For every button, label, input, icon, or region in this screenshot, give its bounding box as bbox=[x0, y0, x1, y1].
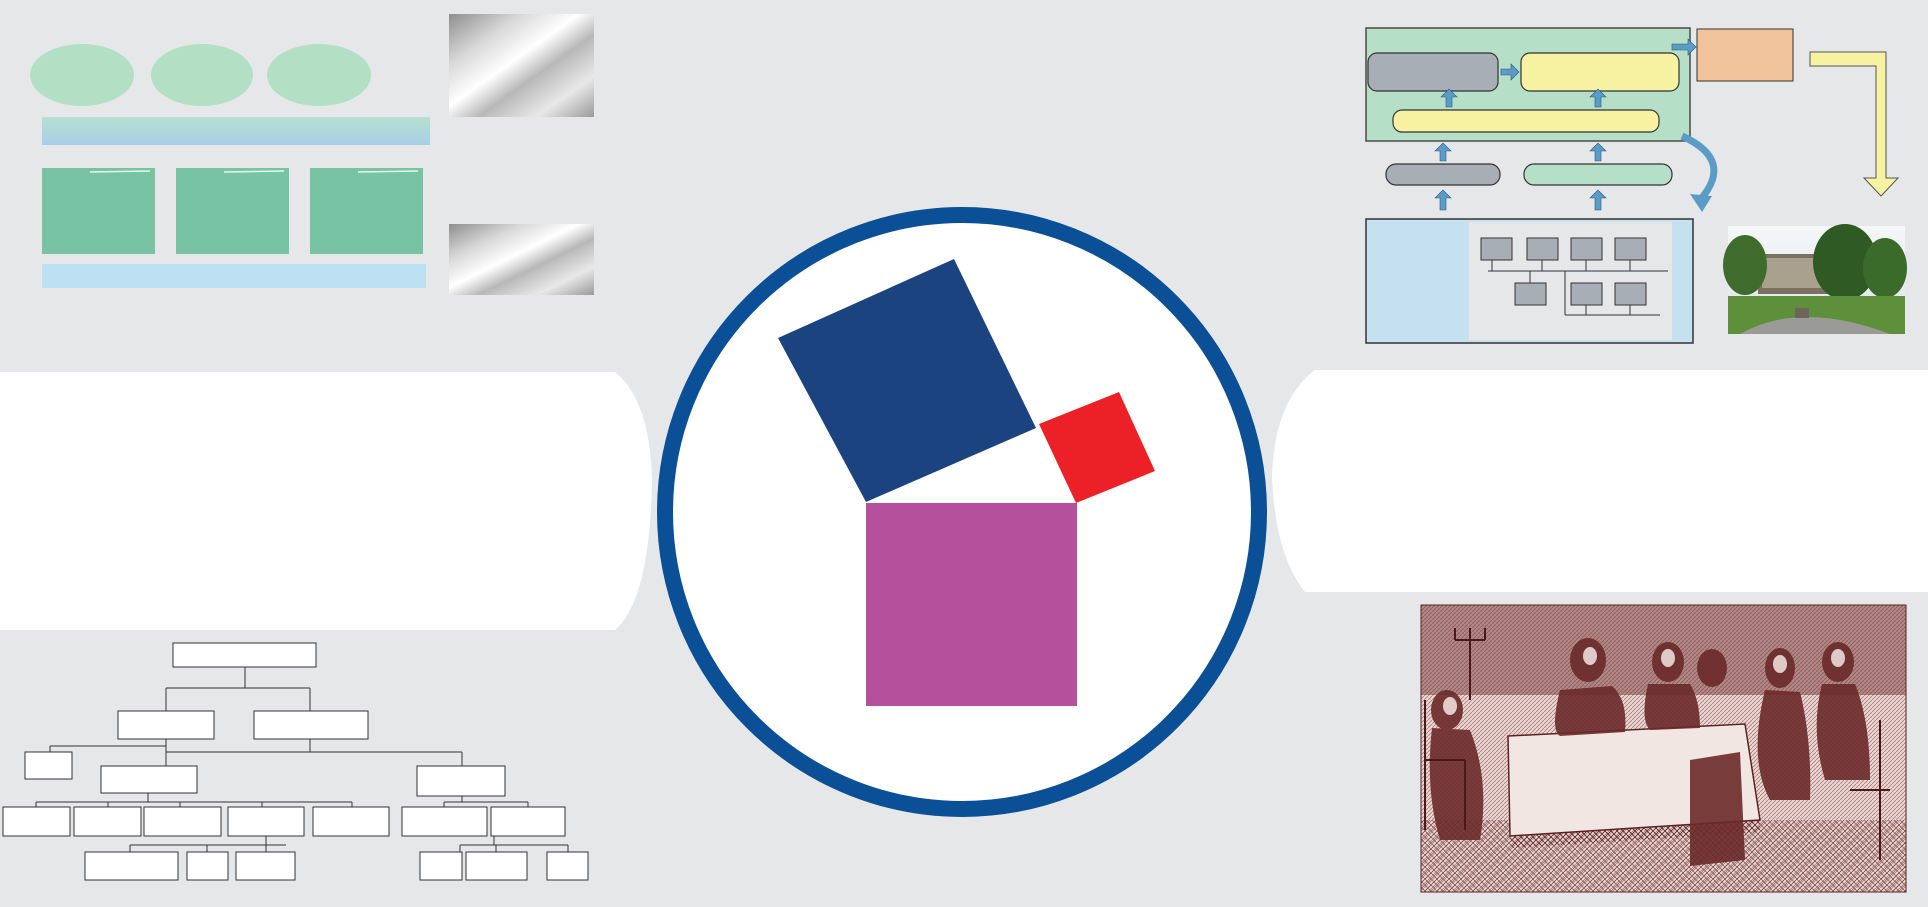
arch-orange-box bbox=[1696, 28, 1794, 82]
network-node bbox=[1570, 237, 1603, 261]
mint-ellipse-2 bbox=[151, 44, 253, 106]
org-box bbox=[416, 765, 506, 797]
org-box bbox=[100, 765, 198, 794]
bent-arrow-icon bbox=[1810, 52, 1880, 194]
org-box bbox=[490, 806, 566, 837]
left-text-panel bbox=[0, 372, 652, 630]
org-box bbox=[253, 710, 369, 740]
network-node bbox=[1526, 237, 1559, 261]
gradient-band bbox=[42, 117, 430, 145]
org-box bbox=[546, 851, 589, 881]
org-box bbox=[117, 710, 215, 740]
pythagoras-squares-icon bbox=[657, 207, 1267, 817]
arch-gray-box bbox=[1367, 52, 1499, 92]
arch-yellow-bar bbox=[1392, 109, 1660, 133]
network-node bbox=[1570, 282, 1603, 306]
network-node bbox=[1614, 282, 1647, 306]
org-box bbox=[312, 806, 390, 837]
mint-block-2 bbox=[176, 168, 289, 254]
top-left-layer-diagram bbox=[30, 44, 430, 288]
network-node bbox=[1614, 237, 1647, 261]
mint-block-1 bbox=[42, 168, 155, 254]
org-box bbox=[24, 751, 73, 780]
org-box bbox=[84, 851, 179, 881]
org-box bbox=[419, 851, 463, 881]
arch-yellow-box bbox=[1520, 52, 1680, 92]
metal-gradient-icon bbox=[449, 224, 594, 295]
network-node bbox=[1514, 282, 1547, 306]
historical-engraving-icon bbox=[1420, 604, 1907, 893]
org-box bbox=[401, 806, 488, 837]
org-box bbox=[465, 851, 528, 881]
building-photo-icon bbox=[1723, 224, 1907, 334]
diagram-svg bbox=[0, 14, 1928, 893]
mint-ellipse-1 bbox=[30, 44, 134, 106]
arch-gray-pill bbox=[1385, 163, 1501, 186]
up-arrow-icon bbox=[1434, 189, 1452, 211]
blue-band bbox=[42, 264, 426, 288]
up-arrow-icon bbox=[1589, 189, 1607, 211]
slide-canvas bbox=[0, 0, 1928, 907]
up-arrow-icon bbox=[1589, 142, 1607, 162]
mint-block-3 bbox=[310, 168, 423, 254]
mint-ellipse-3 bbox=[267, 44, 371, 106]
org-chart bbox=[2, 642, 589, 881]
right-text-panel bbox=[1272, 370, 1928, 592]
org-box bbox=[143, 806, 222, 837]
square-bottom bbox=[866, 503, 1077, 706]
arch-green-pill bbox=[1523, 163, 1673, 186]
org-box-root bbox=[172, 642, 317, 668]
network-node bbox=[1480, 237, 1513, 261]
org-box bbox=[227, 806, 305, 837]
up-arrow-icon bbox=[1434, 142, 1452, 162]
curved-arrow-icon bbox=[1680, 132, 1718, 203]
org-box bbox=[73, 806, 142, 837]
org-box bbox=[2, 806, 71, 837]
org-box bbox=[235, 851, 296, 881]
metal-gradient-icon bbox=[449, 14, 594, 117]
org-box bbox=[186, 851, 229, 881]
